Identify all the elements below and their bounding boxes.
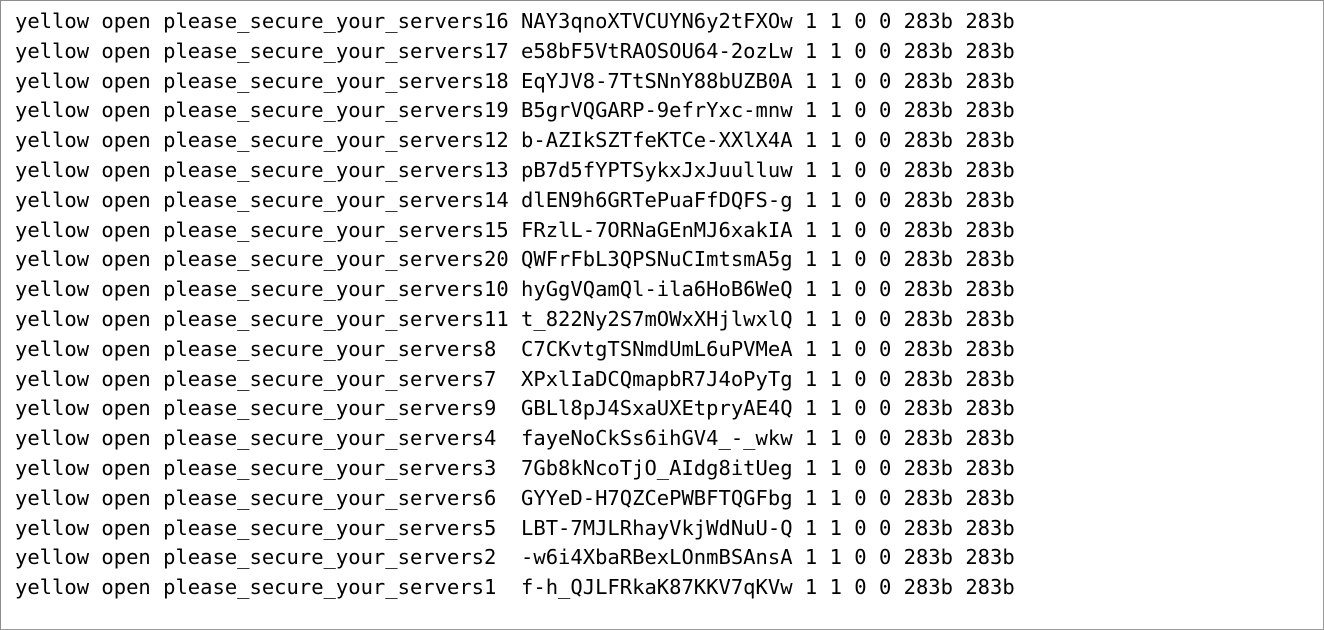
table-row: yellow open please_secure_your_servers5 … bbox=[15, 515, 1015, 540]
table-row: yellow open please_secure_your_servers18… bbox=[15, 68, 1015, 93]
table-row: yellow open please_secure_your_servers10… bbox=[15, 277, 1015, 302]
table-row: yellow open please_secure_your_servers15… bbox=[15, 217, 1015, 242]
table-row: yellow open please_secure_your_servers17… bbox=[15, 38, 1015, 63]
table-row: yellow open please_secure_your_servers6 … bbox=[15, 485, 1015, 510]
table-row: yellow open please_secure_your_servers11… bbox=[15, 306, 1015, 331]
table-row: yellow open please_secure_your_servers2 … bbox=[15, 545, 1015, 570]
table-row: yellow open please_secure_your_servers7 … bbox=[15, 366, 1015, 391]
table-row: yellow open please_secure_your_servers9 … bbox=[15, 396, 1015, 421]
table-row: yellow open please_secure_your_servers14… bbox=[15, 187, 1015, 212]
table-row: yellow open please_secure_your_servers16… bbox=[15, 9, 1015, 33]
table-row: yellow open please_secure_your_servers8 … bbox=[15, 336, 1015, 361]
table-row: yellow open please_secure_your_servers12… bbox=[15, 128, 1015, 153]
terminal-window: yellow open please_secure_your_servers16… bbox=[0, 0, 1324, 630]
table-row: yellow open please_secure_your_servers3 … bbox=[15, 455, 1015, 480]
cat-indices-output: yellow open please_secure_your_servers16… bbox=[15, 7, 1323, 603]
table-row: yellow open please_secure_your_servers1 … bbox=[15, 575, 1015, 600]
table-row: yellow open please_secure_your_servers20… bbox=[15, 247, 1015, 272]
table-row: yellow open please_secure_your_servers13… bbox=[15, 157, 1015, 182]
table-row: yellow open please_secure_your_servers19… bbox=[15, 98, 1015, 123]
table-row: yellow open please_secure_your_servers4 … bbox=[15, 426, 1015, 451]
